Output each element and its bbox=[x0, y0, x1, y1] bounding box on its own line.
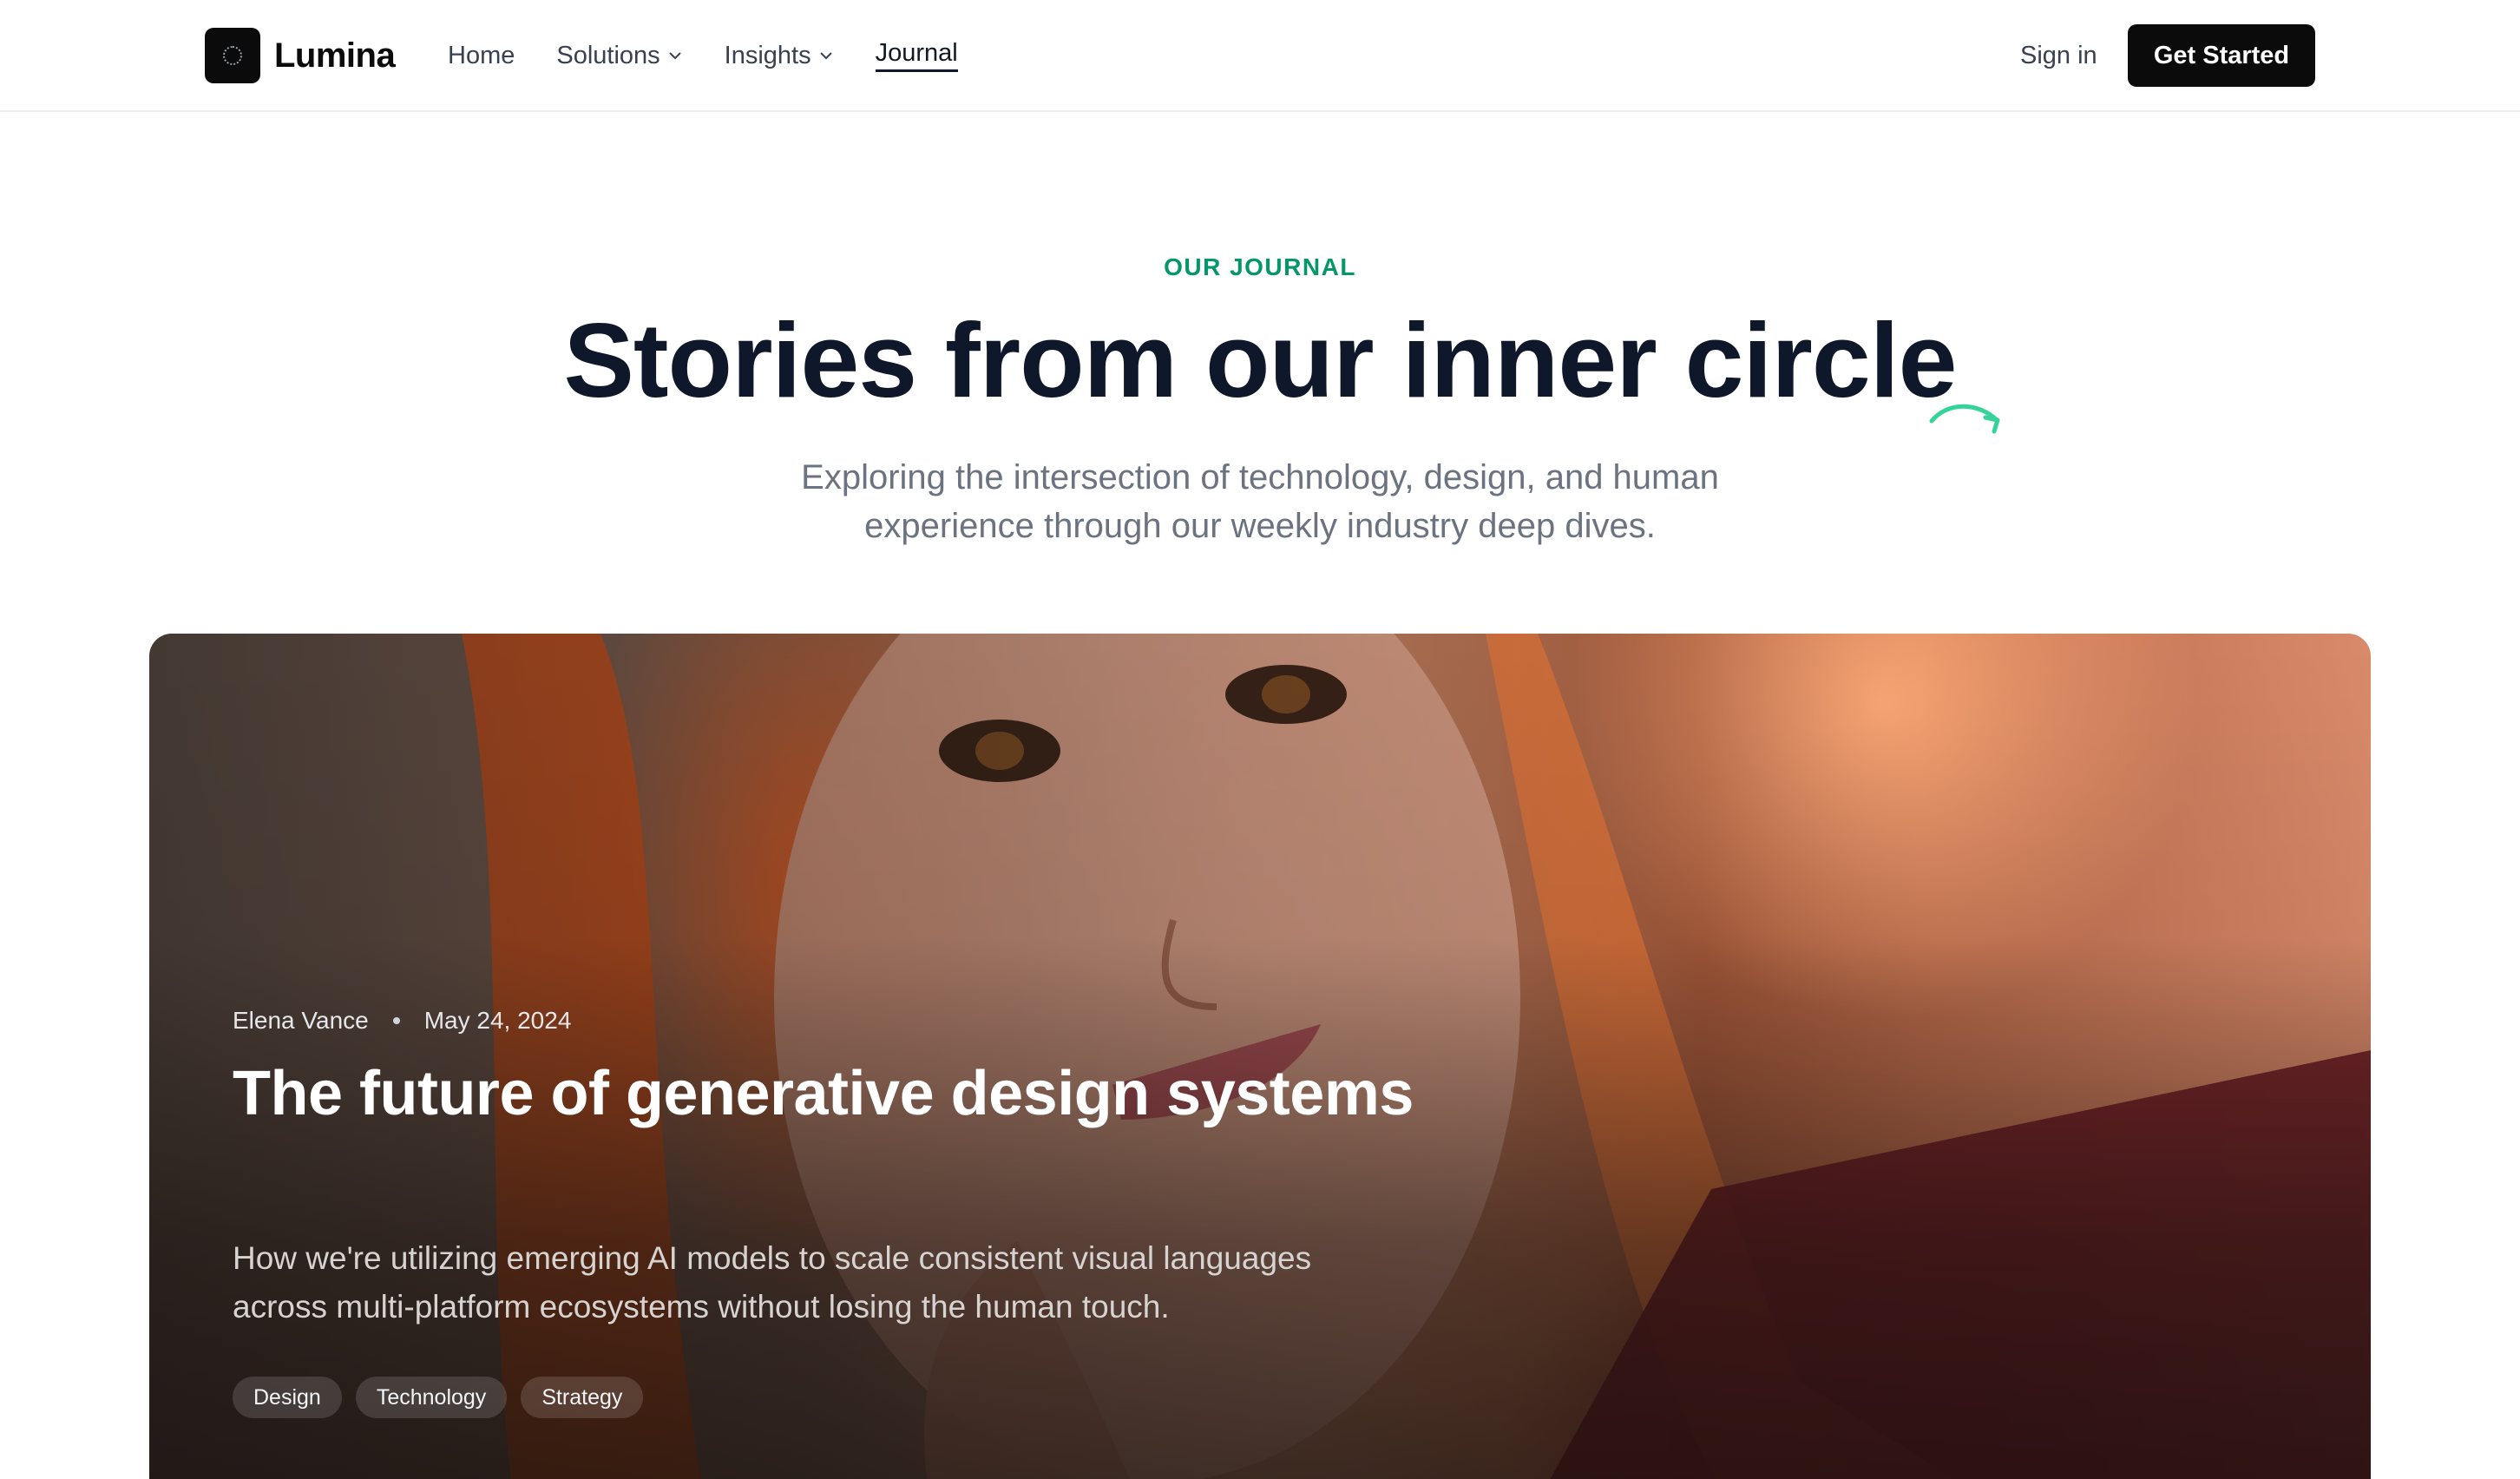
sign-in-link[interactable]: Sign in bbox=[2020, 35, 2097, 76]
swoosh-arrow-icon bbox=[1929, 404, 2000, 434]
nav-item-label: Journal bbox=[875, 39, 958, 72]
section-eyebrow: OUR JOURNAL bbox=[1164, 253, 1356, 280]
nav-item-home[interactable]: Home bbox=[448, 35, 515, 76]
page-subtitle: Exploring the intersection of technology… bbox=[801, 458, 1719, 545]
brand-logo[interactable]: Lumina bbox=[205, 27, 396, 84]
top-navigation-bar: Lumina Home Solutions Insights Journal S… bbox=[0, 0, 2520, 112]
nav-item-label: Home bbox=[448, 41, 515, 69]
article-description: How we're utilizing emerging AI models t… bbox=[233, 1240, 1312, 1325]
nav-item-insights[interactable]: Insights bbox=[725, 35, 834, 76]
meta-separator bbox=[392, 1017, 400, 1024]
card-gradient-overlay bbox=[149, 634, 2371, 1479]
article-date: May 24, 2024 bbox=[423, 1007, 572, 1034]
main-nav: Home Solutions Insights Journal bbox=[448, 35, 1000, 76]
nav-item-solutions[interactable]: Solutions bbox=[556, 35, 682, 76]
brand-name: Lumina bbox=[274, 36, 396, 75]
tag-chip[interactable]: Design bbox=[233, 1377, 342, 1418]
chevron-down-icon bbox=[819, 52, 832, 60]
page-title: Stories from our inner circle bbox=[563, 301, 1958, 419]
article-title[interactable]: The future of generative design systems bbox=[233, 1059, 1447, 1128]
article-author: Elena Vance bbox=[233, 1007, 369, 1034]
featured-article-card[interactable]: Elena Vance May 24, 2024 The future of g… bbox=[149, 634, 2371, 1479]
nav-item-label: Insights bbox=[724, 41, 811, 69]
nav-item-journal[interactable]: Journal bbox=[875, 35, 958, 76]
tag-chip[interactable]: Strategy bbox=[521, 1377, 644, 1418]
nav-item-label: Solutions bbox=[556, 41, 660, 69]
tag-chip[interactable]: Technology bbox=[355, 1377, 508, 1418]
article-meta: Elena Vance May 24, 2024 bbox=[233, 1007, 571, 1035]
chevron-down-icon bbox=[668, 52, 681, 60]
article-tags: Design Technology Strategy bbox=[233, 1377, 657, 1418]
logo-mark-icon bbox=[205, 28, 260, 83]
get-started-button[interactable]: Get Started bbox=[2128, 24, 2315, 87]
